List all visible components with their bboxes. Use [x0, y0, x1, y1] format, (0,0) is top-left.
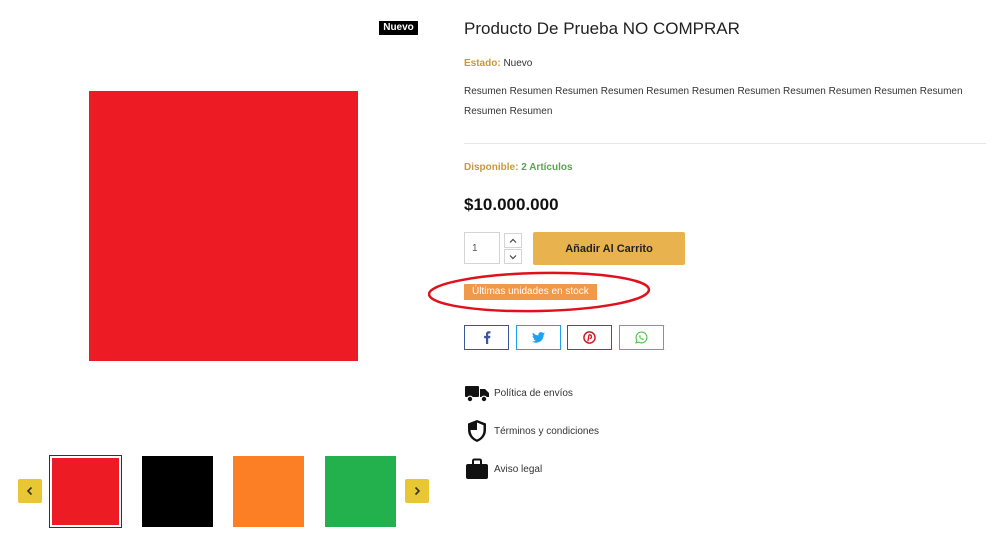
share-pinterest-button[interactable] [567, 325, 612, 350]
product-title: Producto De Prueba NO COMPRAR [464, 19, 740, 38]
thumbnail-next-button[interactable] [405, 479, 429, 503]
chevron-right-icon [414, 486, 421, 496]
quantity-decrease-button[interactable] [504, 249, 522, 264]
share-facebook-button[interactable] [464, 325, 509, 350]
thumbnail-3[interactable] [233, 456, 304, 527]
legal-notice-label: Aviso legal [494, 463, 543, 475]
twitter-icon [532, 332, 545, 343]
shipping-policy-link[interactable]: Política de envíos [464, 380, 573, 406]
availability: Disponible: 2 Artículos [464, 162, 573, 173]
condition-value: Nuevo [503, 58, 533, 69]
share-whatsapp-button[interactable] [619, 325, 664, 350]
briefcase-icon [464, 456, 490, 482]
shipping-policy-label: Política de envíos [494, 387, 573, 399]
chevron-down-icon [509, 254, 517, 259]
divider [464, 143, 986, 144]
availability-value: 2 Artículos [521, 162, 573, 173]
add-to-cart-button[interactable]: Añadir Al Carrito [533, 232, 685, 265]
thumbnail-prev-button[interactable] [18, 479, 42, 503]
availability-label: Disponible: [464, 162, 519, 173]
new-badge: Nuevo [379, 21, 418, 35]
pinterest-icon [583, 331, 596, 344]
main-product-image[interactable] [89, 91, 358, 361]
quantity-input[interactable] [464, 232, 500, 264]
shield-icon [464, 418, 490, 444]
truck-icon [464, 380, 490, 406]
product-gallery: Nuevo [0, 0, 440, 555]
quantity-increase-button[interactable] [504, 233, 522, 248]
thumbnail-4[interactable] [325, 456, 396, 527]
annotation-ellipse [428, 271, 651, 313]
product-price: $10.000.000 [464, 195, 559, 214]
thumbnail-2[interactable] [142, 456, 213, 527]
share-twitter-button[interactable] [516, 325, 561, 350]
terms-link[interactable]: Términos y condiciones [464, 418, 599, 444]
chevron-left-icon [26, 486, 33, 496]
facebook-icon [483, 331, 490, 344]
condition-label: Estado: [464, 58, 501, 69]
whatsapp-icon [635, 331, 648, 344]
thumbnail-1[interactable] [49, 455, 122, 528]
product-summary: Resumen Resumen Resumen Resumen Resumen … [464, 86, 963, 117]
chevron-up-icon [509, 238, 517, 243]
terms-label: Términos y condiciones [494, 425, 600, 437]
product-condition: Estado: Nuevo [464, 58, 532, 69]
legal-notice-link[interactable]: Aviso legal [464, 456, 542, 482]
